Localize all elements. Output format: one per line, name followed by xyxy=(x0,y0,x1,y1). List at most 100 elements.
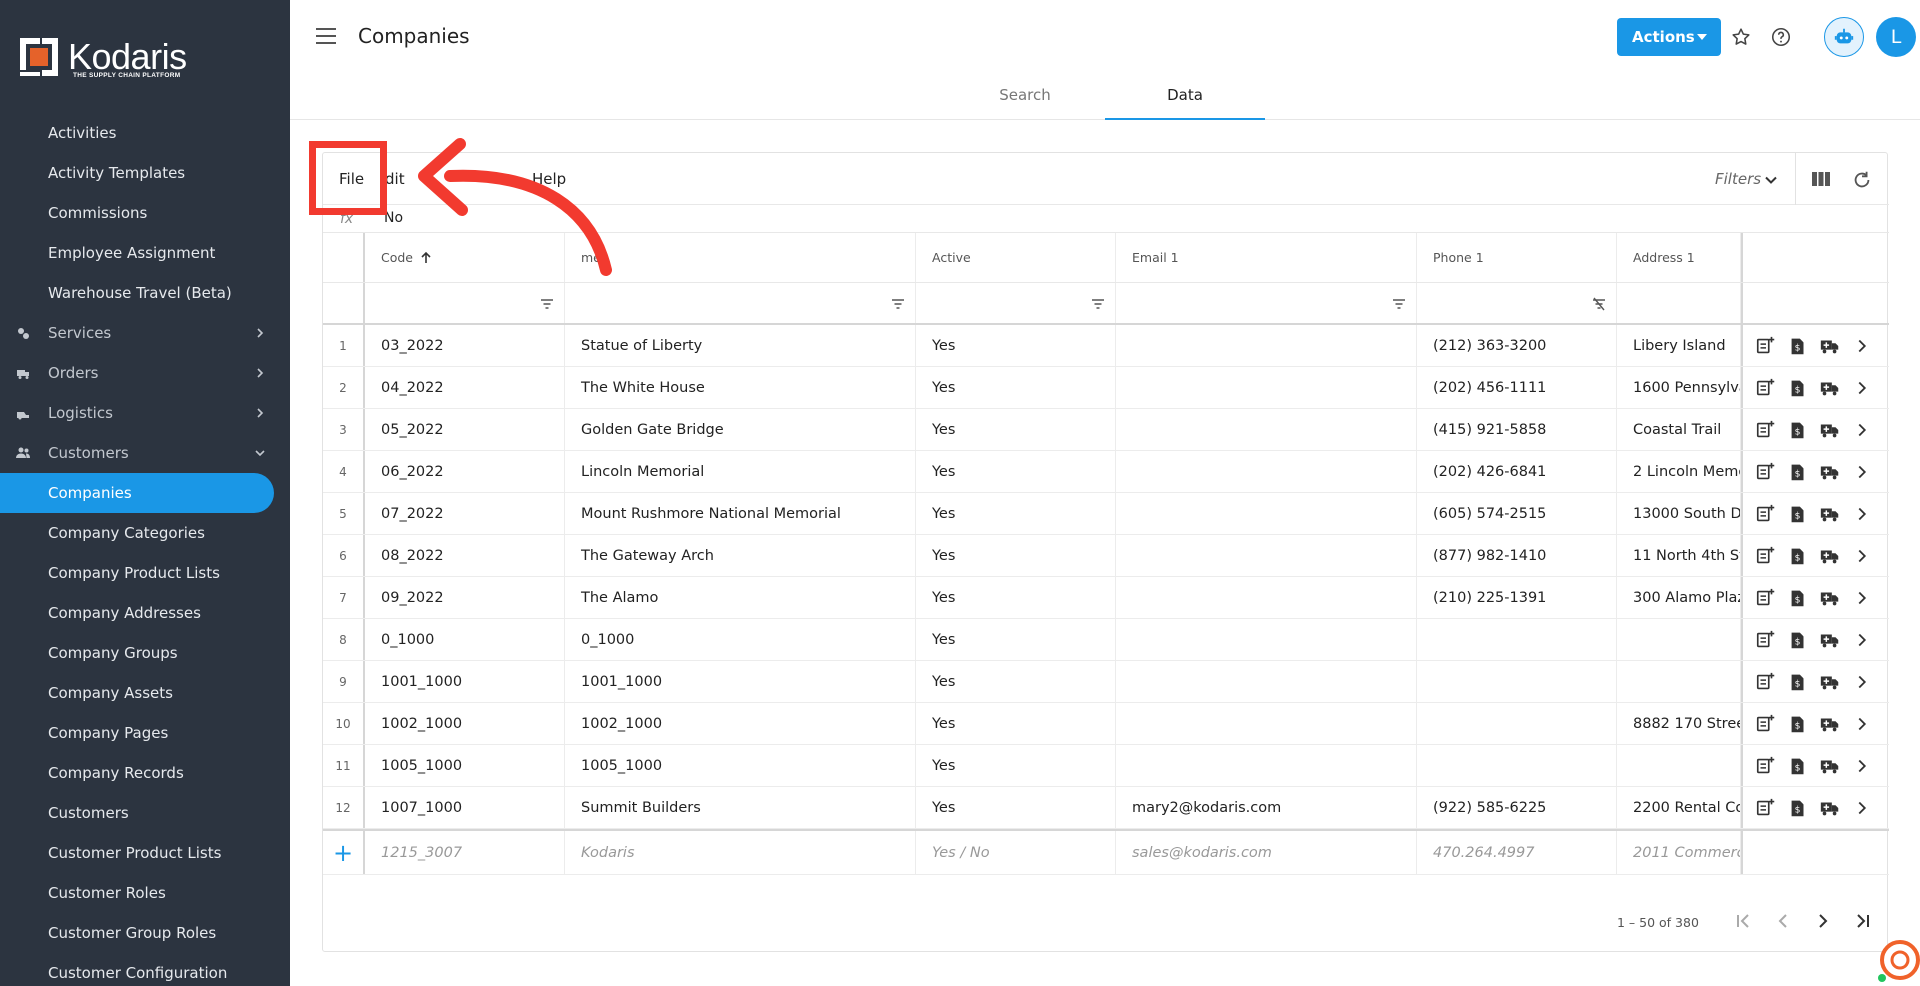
invoice-icon[interactable]: $ xyxy=(1787,755,1809,777)
cell-code[interactable]: 1001_1000 xyxy=(365,661,565,702)
menu-edit[interactable]: dit xyxy=(385,170,405,188)
cell-active[interactable]: Yes xyxy=(916,619,1116,660)
cell-address[interactable] xyxy=(1617,619,1741,660)
table-row[interactable]: 1 03_2022 Statue of Liberty Yes (212) 363-32… xyxy=(323,325,1889,367)
cell-phone[interactable] xyxy=(1417,745,1617,786)
chevron-right-icon[interactable] xyxy=(1851,461,1873,483)
cell-name[interactable]: The Alamo xyxy=(565,577,916,618)
cell-phone[interactable]: (210) 225-1391 xyxy=(1417,577,1617,618)
note-add-icon[interactable] xyxy=(1755,419,1777,441)
cell-name[interactable]: The Gateway Arch xyxy=(565,535,916,576)
cell-name[interactable]: 1001_1000 xyxy=(565,661,916,702)
cell-email[interactable] xyxy=(1116,409,1417,450)
table-row[interactable]: 8 0_1000 0_1000 Yes $ xyxy=(323,619,1889,661)
chevron-right-icon[interactable] xyxy=(1851,629,1873,651)
table-row[interactable]: 10 1002_1000 1002_1000 Yes 8882 170 Stree $ xyxy=(323,703,1889,745)
delivery-truck-icon[interactable] xyxy=(1819,419,1841,441)
chevron-right-icon[interactable] xyxy=(1851,377,1873,399)
cell-address[interactable] xyxy=(1617,661,1741,702)
filter-icon[interactable] xyxy=(1392,297,1406,311)
cell-active[interactable]: Yes xyxy=(916,535,1116,576)
cell-phone[interactable]: (605) 574-2515 xyxy=(1417,493,1617,534)
invoice-icon[interactable]: $ xyxy=(1787,587,1809,609)
cell-code[interactable]: 1002_1000 xyxy=(365,703,565,744)
cell-phone[interactable] xyxy=(1417,619,1617,660)
chevron-down-icon[interactable] xyxy=(252,445,268,461)
chevron-right-icon[interactable] xyxy=(1851,797,1873,819)
new-row-placeholder-phone[interactable]: 470.264.4997 xyxy=(1417,831,1617,874)
invoice-icon[interactable]: $ xyxy=(1787,545,1809,567)
cell-code[interactable]: 08_2022 xyxy=(365,535,565,576)
cell-name[interactable]: Lincoln Memorial xyxy=(565,451,916,492)
cell-active[interactable]: Yes xyxy=(916,661,1116,702)
chat-support-icon[interactable] xyxy=(1874,936,1920,986)
cell-address[interactable]: Libery Island xyxy=(1617,325,1741,366)
cell-phone[interactable] xyxy=(1417,703,1617,744)
cell-name[interactable]: Statue of Liberty xyxy=(565,325,916,366)
cell-phone[interactable]: (212) 363-3200 xyxy=(1417,325,1617,366)
cell-code[interactable]: 1007_1000 xyxy=(365,787,565,828)
cell-name[interactable]: Mount Rushmore National Memorial xyxy=(565,493,916,534)
cell-email[interactable] xyxy=(1116,493,1417,534)
cell-name[interactable]: 1005_1000 xyxy=(565,745,916,786)
cell-address[interactable]: 300 Alamo Plaz xyxy=(1617,577,1741,618)
chevron-right-icon[interactable] xyxy=(252,325,268,341)
invoice-icon[interactable]: $ xyxy=(1787,419,1809,441)
chevron-right-icon[interactable] xyxy=(1851,545,1873,567)
column-filter-cell[interactable] xyxy=(565,283,916,323)
new-row-placeholder-address[interactable]: 2011 Commerc xyxy=(1617,831,1741,874)
cell-code[interactable]: 1005_1000 xyxy=(365,745,565,786)
sidebar-item-logistics[interactable]: Logistics xyxy=(0,393,290,433)
delivery-truck-icon[interactable] xyxy=(1819,461,1841,483)
note-add-icon[interactable] xyxy=(1755,545,1777,567)
cell-name[interactable]: 1002_1000 xyxy=(565,703,916,744)
delivery-truck-icon[interactable] xyxy=(1819,503,1841,525)
sidebar-item-customer-configuration[interactable]: Customer Configuration xyxy=(0,953,290,986)
cell-code[interactable]: 04_2022 xyxy=(365,367,565,408)
sidebar-item-customer-roles[interactable]: Customer Roles xyxy=(0,873,290,913)
tab-data[interactable]: Data xyxy=(1105,78,1265,120)
sidebar-item-customers[interactable]: Customers xyxy=(0,433,290,473)
column-filter-cell[interactable] xyxy=(1417,283,1617,323)
cell-email[interactable] xyxy=(1116,325,1417,366)
table-row[interactable]: 11 1005_1000 1005_1000 Yes $ xyxy=(323,745,1889,787)
note-add-icon[interactable] xyxy=(1755,713,1777,735)
sidebar-item-company-records[interactable]: Company Records xyxy=(0,753,290,793)
cell-active[interactable]: Yes xyxy=(916,703,1116,744)
new-row-placeholder-email[interactable]: sales@kodaris.com xyxy=(1116,831,1417,874)
sidebar-item-customer-product-lists[interactable]: Customer Product Lists xyxy=(0,833,290,873)
sidebar-item-activities[interactable]: Activities xyxy=(0,113,290,153)
filter-icon[interactable] xyxy=(1091,297,1105,311)
cell-email[interactable] xyxy=(1116,745,1417,786)
chevron-right-icon[interactable] xyxy=(1851,419,1873,441)
filter-clear-icon[interactable] xyxy=(1592,297,1606,311)
invoice-icon[interactable]: $ xyxy=(1787,629,1809,651)
columns-icon[interactable] xyxy=(1810,169,1832,189)
chevron-right-icon[interactable] xyxy=(1851,755,1873,777)
sort-ascending-icon[interactable] xyxy=(419,251,433,265)
cell-name[interactable]: Golden Gate Bridge xyxy=(565,409,916,450)
cell-code[interactable]: 06_2022 xyxy=(365,451,565,492)
delivery-truck-icon[interactable] xyxy=(1819,671,1841,693)
table-row[interactable]: 2 04_2022 The White House Yes (202) 456-1111… xyxy=(323,367,1889,409)
sidebar-item-customers[interactable]: Customers xyxy=(0,793,290,833)
last-page-icon[interactable] xyxy=(1851,909,1875,933)
chevron-right-icon[interactable] xyxy=(1851,587,1873,609)
new-row-placeholder-name[interactable]: Kodaris xyxy=(565,831,916,874)
cell-phone[interactable]: (415) 921-5858 xyxy=(1417,409,1617,450)
note-add-icon[interactable] xyxy=(1755,335,1777,357)
column-filter-cell[interactable] xyxy=(365,283,565,323)
table-row[interactable]: 12 1007_1000 Summit Builders Yes mary2@kodar… xyxy=(323,787,1889,829)
cell-email[interactable]: mary2@kodaris.com xyxy=(1116,787,1417,828)
sidebar-item-company-addresses[interactable]: Company Addresses xyxy=(0,593,290,633)
delivery-truck-icon[interactable] xyxy=(1819,377,1841,399)
sidebar-item-orders[interactable]: Orders xyxy=(0,353,290,393)
sidebar-item-company-assets[interactable]: Company Assets xyxy=(0,673,290,713)
cell-phone[interactable]: (202) 456-1111 xyxy=(1417,367,1617,408)
chevron-down-icon[interactable] xyxy=(1763,172,1779,188)
table-row[interactable]: 6 08_2022 The Gateway Arch Yes (877) 982-141… xyxy=(323,535,1889,577)
sidebar-item-commissions[interactable]: Commissions xyxy=(0,193,290,233)
cell-phone[interactable] xyxy=(1417,661,1617,702)
user-avatar[interactable]: L xyxy=(1876,17,1916,57)
invoice-icon[interactable]: $ xyxy=(1787,377,1809,399)
